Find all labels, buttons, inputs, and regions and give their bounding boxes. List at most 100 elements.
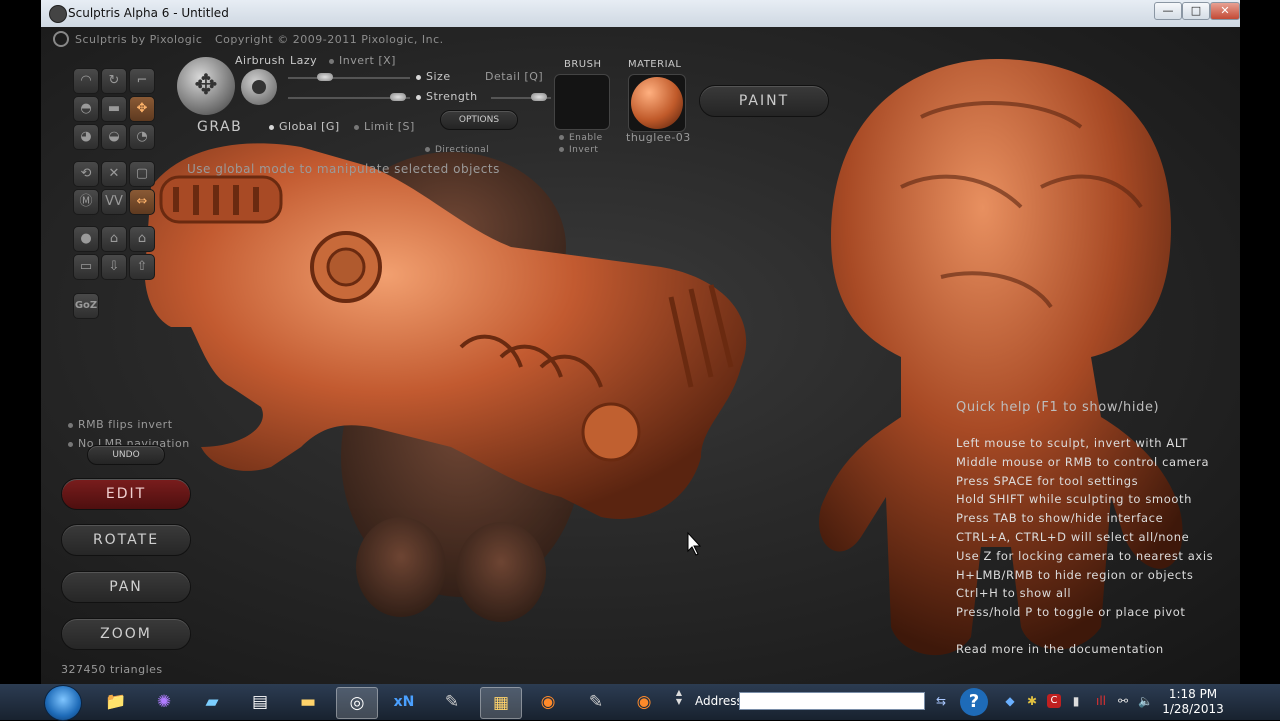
bug-tray-icon[interactable]: ✱: [1025, 694, 1039, 708]
rotate-tool-icon[interactable]: ↻: [101, 68, 127, 94]
detail-label: Detail [Q]: [485, 70, 544, 83]
sculptris-window: Sculptris Alpha 6 - Untitled — □ ✕ Sculp…: [41, 0, 1240, 684]
sculptris-app-icon[interactable]: ◎: [336, 687, 378, 719]
quick-help-line: Press TAB to show/hide interface: [956, 511, 1164, 526]
strength-slider-knob[interactable]: [389, 93, 406, 101]
quick-help-line: Left mouse to sculpt, invert with ALT: [956, 436, 1188, 450]
clock-date: 1/28/2013: [1162, 702, 1224, 716]
quick-help-line: Middle mouse or RMB to control camera: [956, 454, 1210, 469]
creature-model: [819, 58, 1183, 656]
volume-tray-icon[interactable]: 🔈: [1138, 694, 1153, 708]
size-slider-knob[interactable]: [316, 73, 333, 81]
xnview-app-icon[interactable]: xN: [384, 687, 424, 717]
pan-mode-button[interactable]: PAN: [61, 571, 191, 603]
size-slider[interactable]: [288, 77, 410, 79]
copyright-text: Copyright © 2009-2011 Pixologic, Inc.: [215, 33, 444, 46]
import-object-icon[interactable]: ⇩: [101, 254, 127, 280]
help-icon[interactable]: ?: [960, 688, 988, 716]
move-gizmo-icon[interactable]: ✥: [177, 57, 235, 115]
mask-tool-icon[interactable]: ✕: [101, 161, 127, 187]
material-sphere-icon: [631, 77, 683, 129]
reduce-tool-icon[interactable]: ⟲: [73, 161, 99, 187]
limit-toggle[interactable]: Limit [S]: [354, 120, 415, 133]
options-button[interactable]: OPTIONS: [440, 110, 518, 130]
triangle-count: 327450 triangles: [61, 663, 163, 676]
grab-tool-icon[interactable]: ✥: [129, 96, 155, 122]
export-object-icon[interactable]: ⇧: [129, 254, 155, 280]
mirror-tool-icon[interactable]: Ⓜ: [73, 189, 99, 215]
rmb-flips-invert-toggle[interactable]: RMB flips invert: [68, 418, 173, 431]
folder-app-icon[interactable]: ▬: [288, 687, 328, 717]
brush-dot-icon[interactable]: [241, 69, 277, 105]
strength-label: Strength: [416, 90, 478, 103]
document-app-icon[interactable]: ▤: [240, 687, 280, 717]
lazy-toggle[interactable]: Lazy: [290, 54, 317, 67]
title-bar[interactable]: Sculptris Alpha 6 - Untitled — □ ✕: [41, 0, 1240, 28]
dropbox-tray-icon[interactable]: ◆: [1003, 694, 1017, 708]
crease-tool-icon[interactable]: ⌐: [129, 68, 155, 94]
quick-help-footer[interactable]: Read more in the documentation: [956, 642, 1164, 656]
file-manager-app-icon[interactable]: ▦: [480, 687, 522, 719]
wireframe-tool-icon[interactable]: VV: [101, 189, 127, 215]
sculptris-logo-icon: [49, 5, 67, 23]
spore-app-icon[interactable]: ✺: [144, 687, 184, 717]
save-object-icon[interactable]: ⌂: [129, 226, 155, 252]
symmetry-tool-icon[interactable]: ⇔: [129, 189, 155, 215]
flatten-tool-icon[interactable]: ▬: [101, 96, 127, 122]
inflate-tool-icon[interactable]: ◓: [73, 96, 99, 122]
blender-2-app-icon[interactable]: ◉: [624, 687, 664, 717]
gimp-2-app-icon[interactable]: ✎: [576, 687, 616, 717]
close-button[interactable]: ✕: [1210, 2, 1240, 20]
address-input[interactable]: [739, 692, 925, 710]
pinch-tool-icon[interactable]: ◕: [73, 124, 99, 150]
airbrush-toggle[interactable]: Airbrush: [235, 54, 285, 67]
paint-button[interactable]: PAINT: [699, 85, 829, 117]
explorer-app-icon[interactable]: 📁: [96, 687, 136, 717]
device-tray-icon[interactable]: ▮: [1069, 694, 1083, 708]
notepad-app-icon[interactable]: ▰: [192, 687, 232, 717]
open-object-icon[interactable]: ⌂: [101, 226, 127, 252]
brush-enable-toggle[interactable]: Enable: [559, 133, 603, 143]
sphere-object-icon[interactable]: ●: [73, 226, 99, 252]
window-title: Sculptris Alpha 6 - Untitled: [68, 6, 229, 20]
minimize-button[interactable]: —: [1154, 2, 1182, 20]
material-swatch[interactable]: [628, 74, 686, 132]
quick-help-line: Ctrl+H to show all: [956, 586, 1072, 601]
brush-invert-toggle[interactable]: Invert: [559, 145, 598, 155]
signal-tray-icon[interactable]: ıll: [1094, 694, 1108, 708]
quick-help-line: Hold SHIFT while sculpting to smooth: [956, 492, 1192, 507]
undo-button[interactable]: UNDO: [87, 445, 165, 465]
material-panel-label: MATERIAL: [628, 59, 682, 70]
gimp-app-icon[interactable]: ✎: [432, 687, 472, 717]
smooth-tool-icon[interactable]: ◒: [101, 124, 127, 150]
zoom-mode-button[interactable]: ZOOM: [61, 618, 191, 650]
size-label: Size: [416, 70, 451, 83]
taskbar-scroll-icon[interactable]: ▲ ▼: [672, 688, 686, 716]
address-label: Address: [695, 694, 743, 708]
quick-help-title: Quick help (F1 to show/hide): [956, 400, 1160, 415]
global-toggle[interactable]: Global [G]: [269, 120, 340, 133]
ccleaner-tray-icon[interactable]: C: [1047, 694, 1061, 708]
maximize-button[interactable]: □: [1182, 2, 1210, 20]
draw-tool-icon[interactable]: ◠: [73, 68, 99, 94]
rotate-mode-button[interactable]: ROTATE: [61, 524, 191, 556]
plane-object-icon[interactable]: ▭: [73, 254, 99, 280]
system-clock[interactable]: 1:18 PM 1/28/2013: [1160, 687, 1226, 717]
brush-swatch[interactable]: [554, 74, 610, 130]
scale-tool-icon[interactable]: ◔: [129, 124, 155, 150]
edit-mode-button[interactable]: EDIT: [61, 478, 191, 510]
network-tray-icon[interactable]: ⚯: [1116, 694, 1130, 708]
subdivide-tool-icon[interactable]: ▢: [129, 161, 155, 187]
quick-help-line: CTRL+A, CTRL+D will select all/none: [956, 530, 1190, 544]
invert-toggle[interactable]: Invert [X]: [329, 54, 396, 67]
app-name: Sculptris by Pixologic: [75, 33, 203, 46]
goz-button[interactable]: GoZ: [73, 293, 99, 319]
sculpt-viewport[interactable]: Sculptris by Pixologic Copyright © 2009-…: [41, 27, 1240, 684]
start-button[interactable]: [44, 685, 82, 721]
address-go-icon[interactable]: ⇆: [934, 694, 948, 708]
blender-app-icon[interactable]: ◉: [528, 687, 568, 717]
quick-help-line: Use Z for locking camera to nearest axis: [956, 548, 1214, 563]
tool-hint: Use global mode to manipulate selected o…: [187, 162, 500, 176]
detail-slider-knob[interactable]: [531, 93, 547, 101]
directional-toggle[interactable]: Directional: [425, 145, 489, 155]
